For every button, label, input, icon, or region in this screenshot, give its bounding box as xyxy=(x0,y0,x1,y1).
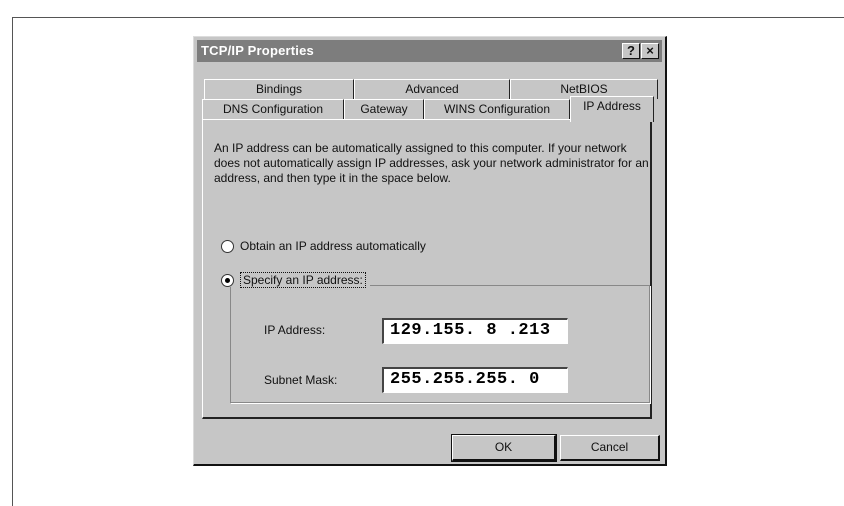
radio-selected-icon[interactable] xyxy=(221,274,234,288)
ok-button[interactable]: OK xyxy=(451,434,557,462)
radio-unselected-icon[interactable] xyxy=(221,240,234,254)
subnet-mask-field[interactable]: 255.255.255. 0 xyxy=(382,367,568,393)
dialog-title: TCP/IP Properties xyxy=(201,43,314,58)
obtain-ip-automatically-option[interactable]: Obtain an IP address automatically xyxy=(221,239,426,254)
cancel-button[interactable]: Cancel xyxy=(560,435,660,461)
tab-ip-address[interactable]: IP Address xyxy=(570,96,654,122)
description-text: An IP address can be automatically assig… xyxy=(214,141,649,185)
tab-gateway[interactable]: Gateway xyxy=(344,99,424,119)
ip-address-label: IP Address: xyxy=(264,323,326,337)
ip-address-field[interactable]: 129.155. 8 .213 xyxy=(382,318,568,344)
specify-ip-label: Specify an IP address: xyxy=(240,272,366,288)
page-frame-left xyxy=(12,17,13,506)
subnet-mask-label: Subnet Mask: xyxy=(264,373,338,387)
specify-ip-option[interactable]: Specify an IP address: xyxy=(221,272,370,288)
title-bar[interactable]: TCP/IP Properties ? × xyxy=(197,40,662,62)
tab-wins-configuration[interactable]: WINS Configuration xyxy=(424,99,570,119)
obtain-ip-label: Obtain an IP address automatically xyxy=(240,239,426,253)
page-frame-top xyxy=(12,17,844,18)
tab-dns-configuration[interactable]: DNS Configuration xyxy=(202,99,344,119)
help-button[interactable]: ? xyxy=(622,43,640,59)
tab-bindings[interactable]: Bindings xyxy=(204,79,354,99)
close-button[interactable]: × xyxy=(641,43,659,59)
tab-advanced[interactable]: Advanced xyxy=(354,79,510,99)
tcpip-properties-dialog: TCP/IP Properties ? × Bindings Advanced … xyxy=(193,36,667,466)
